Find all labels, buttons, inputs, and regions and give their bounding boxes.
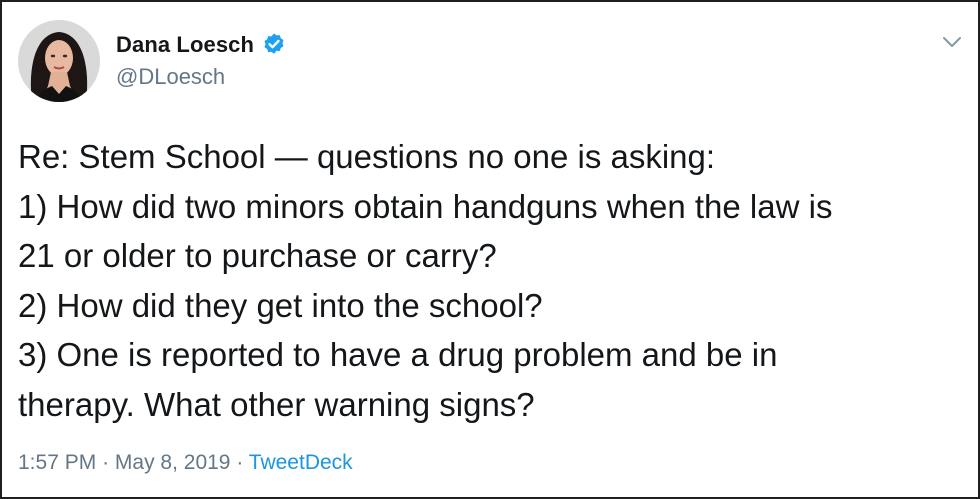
meta-separator: · [236,451,244,474]
chevron-down-icon[interactable] [940,30,964,54]
avatar-photo-icon [18,20,100,102]
display-name[interactable]: Dana Loesch [116,32,254,58]
meta-separator: · [102,451,110,474]
tweet-meta: 1:57 PM · May 8, 2019 · TweetDeck [18,451,353,475]
handle[interactable]: @DLoesch [116,64,286,90]
tweet-card: Dana Loesch @DLoesch Re: Stem School — q… [0,0,980,499]
avatar[interactable] [18,20,100,102]
verified-badge-icon [264,33,284,54]
tweet-date[interactable]: May 8, 2019 [115,451,231,474]
tweet-line: 3) One is reported to have a drug proble… [18,336,778,373]
tweet-line: therapy. What other warning signs? [18,385,535,423]
tweet-source-link[interactable]: TweetDeck [249,451,353,474]
author-info: Dana Loesch @DLoesch [116,32,286,90]
tweet-line: 21 or older to purchase or carry? [18,237,497,274]
tweet-header: Dana Loesch @DLoesch [18,20,968,110]
tweet-line: 1) How did two minors obtain handguns wh… [18,187,833,225]
tweet-time[interactable]: 1:57 PM [18,451,96,474]
tweet-line: Re: Stem School — questions no one is as… [18,138,716,175]
tweet-text: Re: Stem School — questions no one is as… [18,132,968,429]
tweet-line: 2) How did they get into the school? [18,286,543,324]
